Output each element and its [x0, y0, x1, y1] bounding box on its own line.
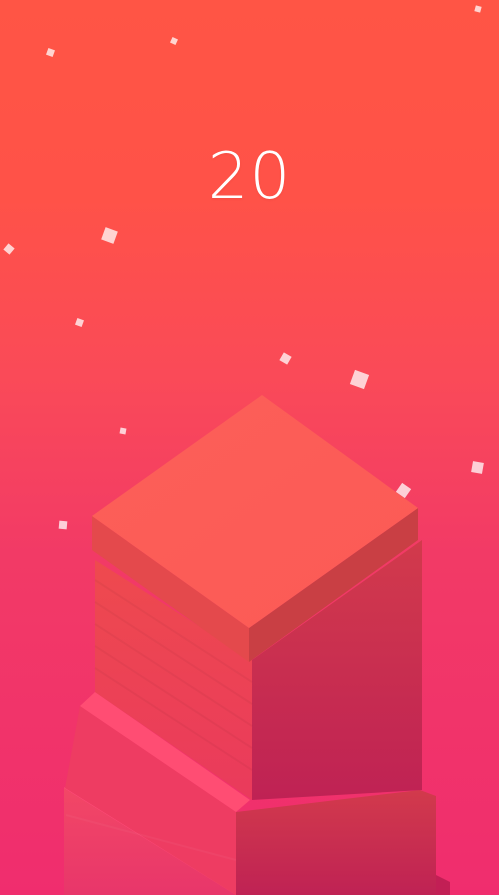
tap-to-place-area[interactable] [0, 0, 499, 895]
game-screen: 20 [0, 0, 499, 895]
